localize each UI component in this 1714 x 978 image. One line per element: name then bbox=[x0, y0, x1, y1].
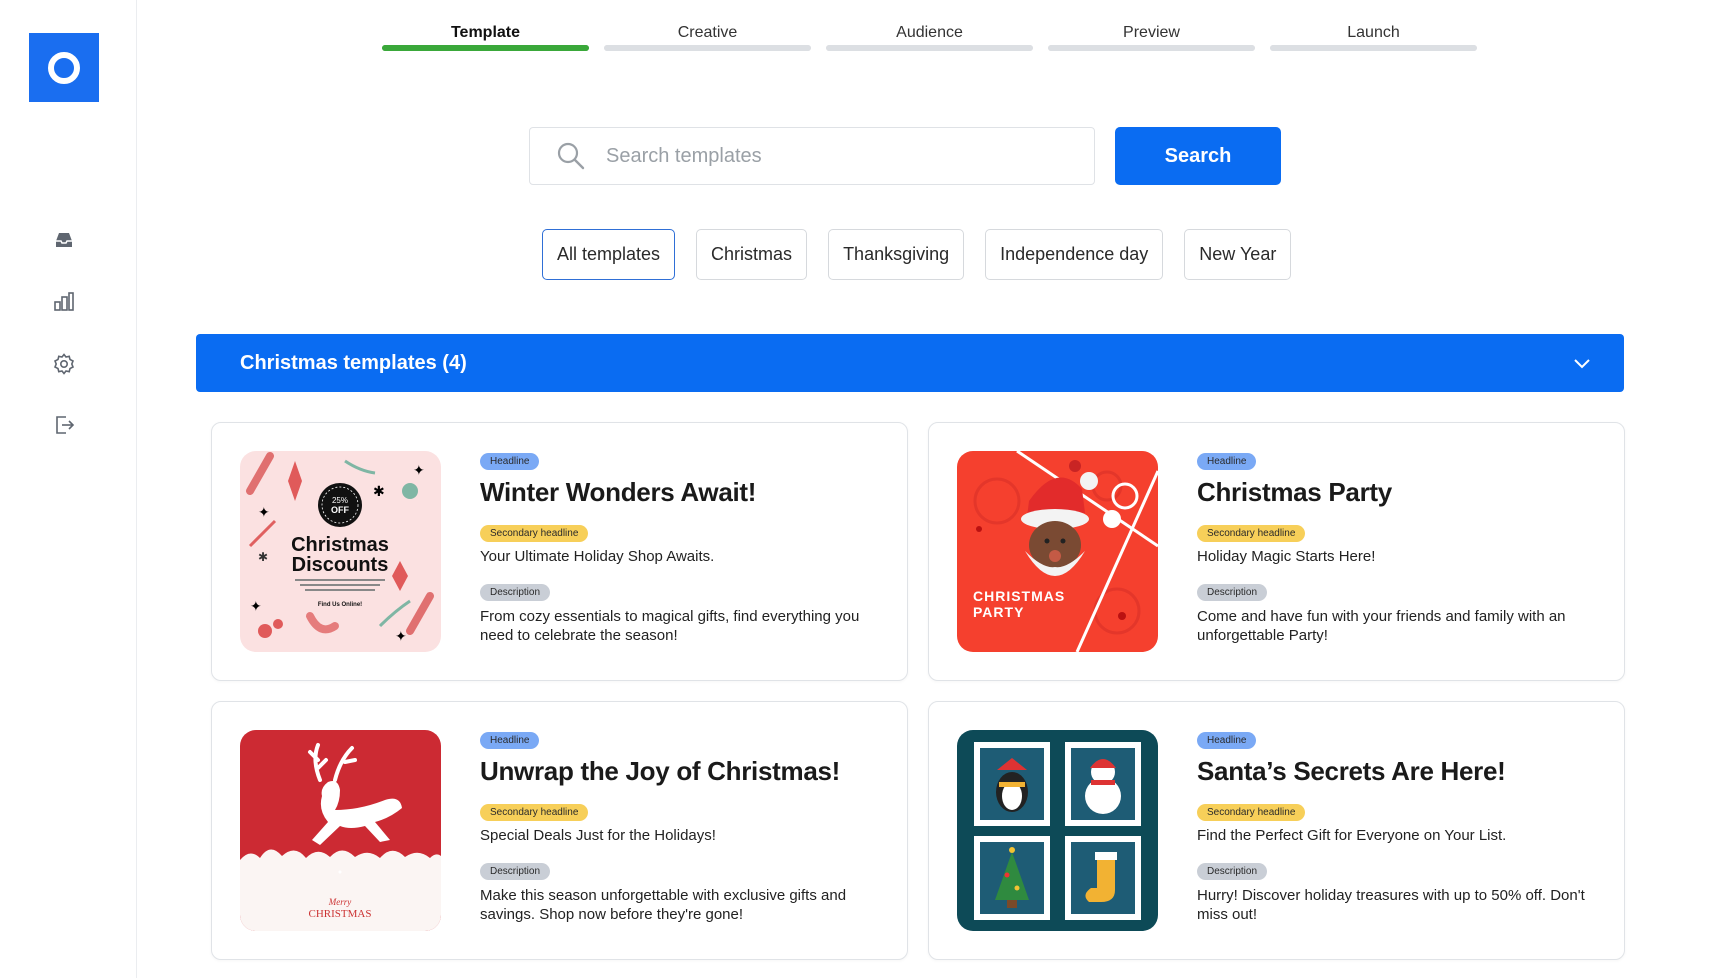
card-secondary-headline: Holiday Magic Starts Here! bbox=[1197, 548, 1376, 565]
card-description: Come and have fun with your friends and … bbox=[1197, 608, 1566, 644]
secondary-headline-tag: Secondary headline bbox=[1197, 804, 1306, 821]
filter-thanksgiving[interactable]: Thanksgiving bbox=[828, 229, 965, 280]
search-button[interactable]: Search bbox=[1115, 127, 1281, 185]
headline-tag: Headline bbox=[1197, 453, 1257, 470]
settings-gear-icon[interactable] bbox=[50, 350, 78, 378]
discount-badge-off: OFF bbox=[331, 505, 349, 515]
headline-tag: Headline bbox=[1197, 732, 1257, 749]
christmas-section-header[interactable]: Christmas templates (4) bbox=[196, 334, 1624, 392]
card-info: Headline Christmas Party Secondary headl… bbox=[1197, 451, 1594, 645]
thumb-line-2: Discounts bbox=[292, 554, 389, 576]
card-headline: Christmas Party bbox=[1197, 477, 1392, 507]
filter-new-year[interactable]: New Year bbox=[1184, 229, 1292, 280]
description-tag: Description bbox=[1197, 584, 1268, 601]
chart-icon[interactable] bbox=[50, 288, 78, 316]
step-label: Launch bbox=[1347, 24, 1400, 41]
template-thumbnail: Merry CHRISTMAS bbox=[240, 730, 441, 931]
card-info: Headline Santa’s Secrets Are Here! Secon… bbox=[1197, 730, 1594, 924]
step-label: Creative bbox=[677, 24, 738, 41]
svg-text:✦: ✦ bbox=[395, 628, 407, 644]
step-label: Preview bbox=[1123, 24, 1180, 41]
discount-badge-pct: 25% bbox=[332, 496, 348, 505]
card-headline: Santa’s Secrets Are Here! bbox=[1197, 756, 1506, 786]
christmas-discounts-artwork: ✦ ✦ ✦ ✦ ✱ ✱ 25% OFF Christmas Discounts … bbox=[246, 452, 434, 644]
card-info: Headline Winter Wonders Await! Secondary… bbox=[480, 451, 877, 645]
card-description: Hurry! Discover holiday treasures with u… bbox=[1197, 887, 1585, 923]
svg-text:✱: ✱ bbox=[373, 483, 385, 499]
card-secondary-headline: Find the Perfect Gift for Everyone on Yo… bbox=[1197, 827, 1507, 844]
search-area: Search bbox=[529, 127, 1281, 185]
step-progress-bar bbox=[826, 45, 1033, 51]
thumb-footer: Find Us Online! bbox=[318, 602, 362, 608]
reindeer-artwork: Merry CHRISTMAS bbox=[240, 743, 441, 931]
logo-ring-icon bbox=[48, 51, 80, 84]
step-label: Audience bbox=[896, 24, 963, 41]
sidebar bbox=[0, 0, 137, 978]
category-filters: All templates Christmas Thanksgiving Ind… bbox=[542, 229, 1292, 280]
filter-independence-day[interactable]: Independence day bbox=[985, 229, 1164, 280]
headline-tag: Headline bbox=[480, 732, 540, 749]
chevron-down-icon bbox=[1574, 359, 1590, 369]
description-tag: Description bbox=[480, 584, 551, 601]
filter-all-templates[interactable]: All templates bbox=[542, 229, 676, 280]
search-box[interactable] bbox=[529, 127, 1095, 185]
christmas-stamps-artwork bbox=[974, 742, 1141, 920]
christmas-party-artwork: CHRISTMAS PARTY bbox=[973, 451, 1158, 652]
card-headline: Winter Wonders Await! bbox=[480, 477, 757, 507]
description-tag: Description bbox=[1197, 863, 1268, 880]
thumb-line-2: PARTY bbox=[973, 604, 1024, 620]
thumb-line-1: CHRISTMAS bbox=[973, 588, 1065, 604]
svg-text:✱: ✱ bbox=[258, 550, 268, 564]
search-input[interactable] bbox=[606, 144, 1066, 168]
card-headline: Unwrap the Joy of Christmas! bbox=[480, 756, 840, 786]
card-secondary-headline: Your Ultimate Holiday Shop Awaits. bbox=[480, 548, 715, 565]
filter-christmas[interactable]: Christmas bbox=[696, 229, 808, 280]
card-info: Headline Unwrap the Joy of Christmas! Se… bbox=[480, 730, 877, 924]
app-logo[interactable] bbox=[29, 33, 99, 102]
step-progress-bar bbox=[1270, 45, 1477, 51]
template-thumbnail bbox=[957, 730, 1158, 931]
step-progress-bar bbox=[1048, 45, 1255, 51]
step-launch[interactable]: Launch bbox=[1270, 22, 1477, 51]
secondary-headline-tag: Secondary headline bbox=[1197, 525, 1306, 542]
card-secondary-headline: Special Deals Just for the Holidays! bbox=[480, 827, 716, 844]
card-description: Make this season unforgettable with excl… bbox=[480, 887, 847, 923]
step-creative[interactable]: Creative bbox=[604, 22, 811, 51]
thumb-line-1: Christmas bbox=[291, 534, 389, 556]
wizard-steps: Template Creative Audience Preview Launc… bbox=[382, 22, 1477, 51]
step-audience[interactable]: Audience bbox=[826, 22, 1033, 51]
inbox-icon[interactable] bbox=[50, 226, 78, 254]
section-title: Christmas templates (4) bbox=[240, 351, 467, 374]
svg-text:✦: ✦ bbox=[250, 598, 262, 614]
thumb-line-1: Merry bbox=[328, 897, 352, 907]
secondary-headline-tag: Secondary headline bbox=[480, 804, 589, 821]
template-card[interactable]: CHRISTMAS PARTY Headline Christmas Party… bbox=[928, 422, 1625, 681]
description-tag: Description bbox=[480, 863, 551, 880]
card-description: From cozy essentials to magical gifts, f… bbox=[480, 608, 860, 644]
step-label: Template bbox=[450, 24, 521, 41]
secondary-headline-tag: Secondary headline bbox=[480, 525, 589, 542]
svg-text:✦: ✦ bbox=[413, 462, 425, 478]
template-thumbnail: ✦ ✦ ✦ ✦ ✱ ✱ 25% OFF Christmas Discounts … bbox=[240, 451, 441, 652]
template-card[interactable]: Merry CHRISTMAS Headline Unwrap the Joy … bbox=[211, 701, 908, 960]
template-thumbnail: CHRISTMAS PARTY bbox=[957, 451, 1158, 652]
search-icon bbox=[557, 142, 585, 170]
thumb-line-2: CHRISTMAS bbox=[309, 908, 372, 920]
logout-icon[interactable] bbox=[50, 411, 78, 439]
headline-tag: Headline bbox=[480, 453, 540, 470]
svg-text:✦: ✦ bbox=[258, 504, 270, 520]
step-progress-bar bbox=[382, 45, 589, 51]
main-content: Template Creative Audience Preview Launc… bbox=[137, 0, 1714, 978]
template-card[interactable]: ✦ ✦ ✦ ✦ ✱ ✱ 25% OFF Christmas Discounts … bbox=[211, 422, 908, 681]
step-progress-bar bbox=[604, 45, 811, 51]
step-template[interactable]: Template bbox=[382, 22, 589, 51]
step-preview[interactable]: Preview bbox=[1048, 22, 1255, 51]
template-card[interactable]: Headline Santa’s Secrets Are Here! Secon… bbox=[928, 701, 1625, 960]
